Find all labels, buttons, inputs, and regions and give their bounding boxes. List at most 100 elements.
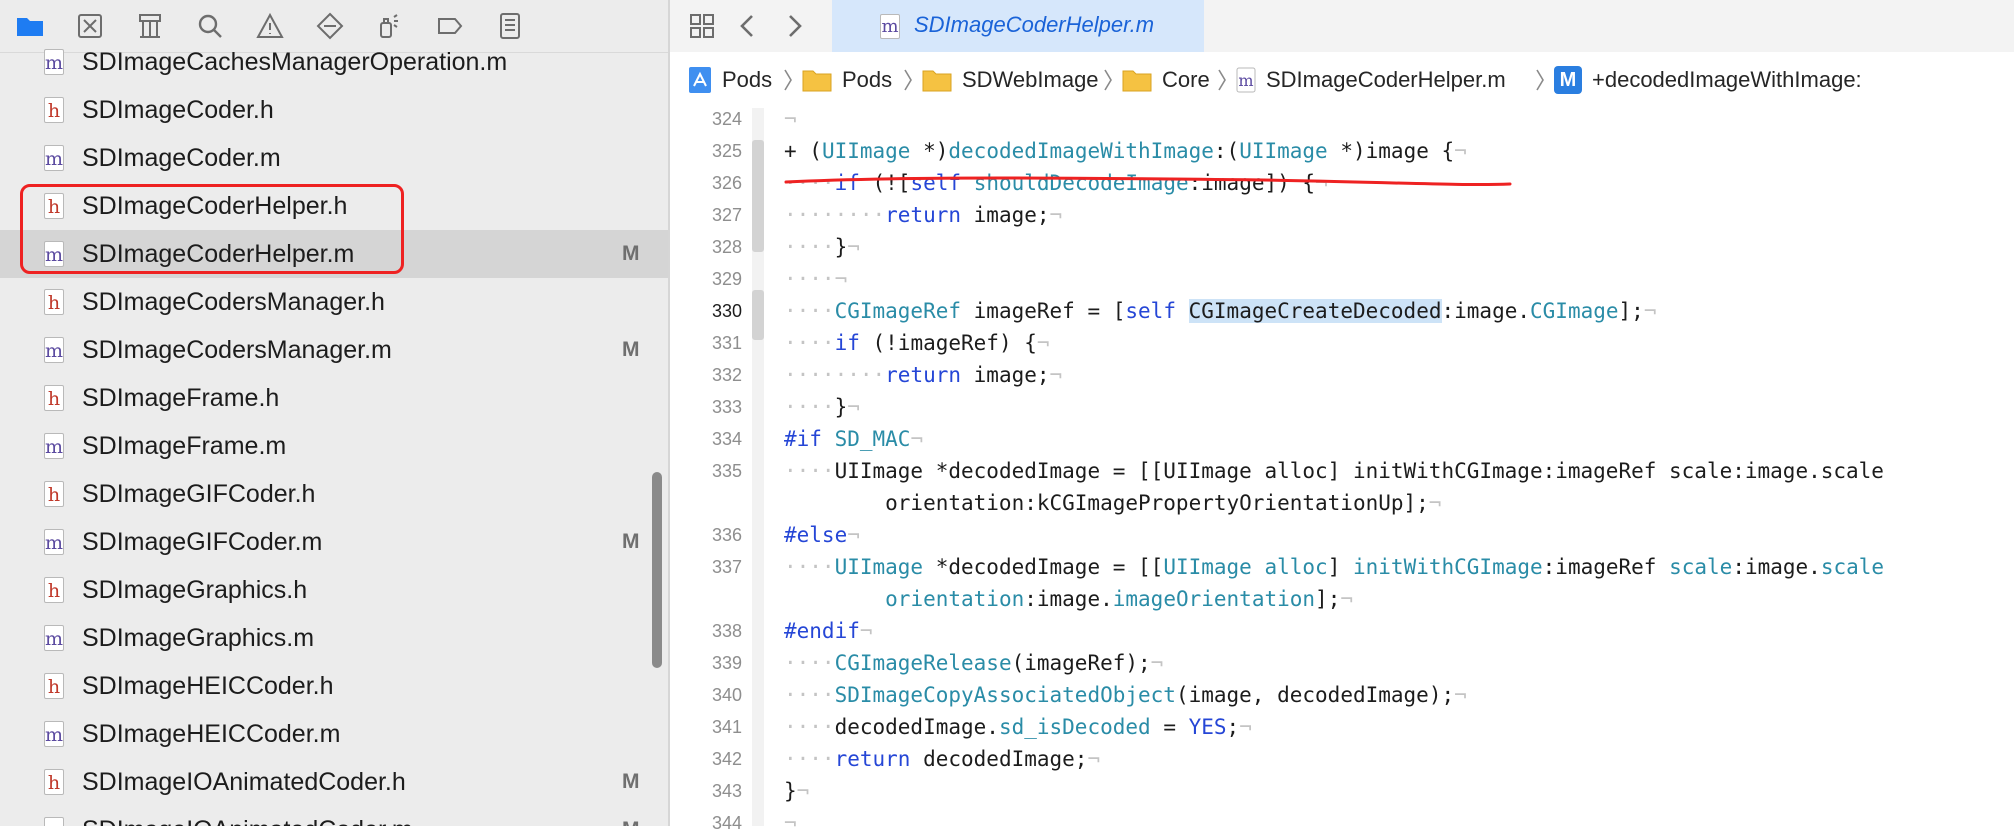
- code-line[interactable]: 326 ····if (![self shouldDecodeImage:imag…: [670, 167, 2014, 199]
- code-line[interactable]: 340 ····SDImageCopyAssociatedObject(image…: [670, 679, 2014, 711]
- code-token: sd_isDecoded: [998, 715, 1151, 739]
- code-token: image;: [961, 203, 1050, 227]
- breadcrumb-item-sdwebimage[interactable]: SDWebImage: [922, 52, 1099, 108]
- code-token: (image, decodedImage);: [1175, 683, 1455, 707]
- file-row[interactable]: h SDImageCoderHelper.h: [0, 182, 668, 230]
- code-token: + (: [784, 139, 822, 163]
- code-line[interactable]: 339 ····CGImageRelease(imageRef);¬: [670, 647, 2014, 679]
- code-token: ¬: [1087, 747, 1101, 771]
- code-line[interactable]: 337 ····UIImage *decodedImage = [[UIImage…: [670, 551, 2014, 583]
- code-line[interactable]: 338 #endif¬: [670, 615, 2014, 647]
- objc-file-icon: m: [44, 337, 64, 363]
- code-line[interactable]: 324 ¬: [670, 103, 2014, 135]
- code-token: *): [910, 139, 949, 163]
- code-line[interactable]: 332 ········return image;¬: [670, 359, 2014, 391]
- file-row[interactable]: h SDImageGIFCoder.h: [0, 470, 668, 518]
- code-token: }: [784, 779, 797, 803]
- code-token: ¬: [847, 523, 860, 547]
- file-row[interactable]: m SDImageCoderHelper.m M: [0, 230, 668, 278]
- code-text: ····}¬: [784, 391, 860, 423]
- code-line[interactable]: 330 ····CGImageRef imageRef = [self CGIma…: [670, 295, 2014, 327]
- objc-file-icon: m: [44, 817, 64, 826]
- source-editor[interactable]: 324 ¬ 325 + (UIImage *)decodedImageWithImag…: [670, 107, 2014, 835]
- file-name: SDImageGraphics.m: [82, 623, 315, 652]
- code-text: ····return decodedImage;¬: [784, 743, 1100, 775]
- grid-icon[interactable]: [686, 0, 718, 52]
- code-token: return: [834, 747, 911, 771]
- file-row[interactable]: h SDImageCodersManager.h: [0, 278, 668, 326]
- file-row[interactable]: m SDImageGraphics.m: [0, 614, 668, 662]
- code-line[interactable]: orientation:image.imageOrientation];¬: [670, 583, 2014, 615]
- code-line[interactable]: 328 ····}¬: [670, 231, 2014, 263]
- code-token: UIImage *decodedImage = [[UIImage alloc]…: [834, 459, 1884, 483]
- code-token: ····: [784, 299, 835, 323]
- file-row[interactable]: h SDImageIOAnimatedCoder.h M: [0, 758, 668, 806]
- file-row[interactable]: m SDImageGIFCoder.m M: [0, 518, 668, 566]
- breadcrumb-label: Pods: [842, 67, 893, 92]
- code-line[interactable]: 329 ····¬: [670, 263, 2014, 295]
- file-row[interactable]: m SDImageCachesManagerOperation.m: [0, 38, 668, 86]
- header-file-icon: h: [44, 481, 64, 507]
- back-arrow-icon[interactable]: [732, 0, 764, 52]
- file-row[interactable]: m SDImageFrame.m: [0, 422, 668, 470]
- code-line[interactable]: 342 ····return decodedImage;¬: [670, 743, 2014, 775]
- code-line[interactable]: orientation:kCGImagePropertyOrientationU…: [670, 487, 2014, 519]
- code-token: ¬: [1454, 683, 1467, 707]
- code-line[interactable]: 336 #else¬: [670, 519, 2014, 551]
- code-line[interactable]: 334 #if SD_MAC¬: [670, 423, 2014, 455]
- breadcrumb-item-file[interactable]: m SDImageCoderHelper.m: [1236, 52, 1506, 108]
- code-token: #endif: [784, 619, 860, 643]
- code-token: }: [834, 235, 848, 259]
- code-token: ];: [1618, 299, 1644, 323]
- code-token: ····: [784, 459, 835, 483]
- breadcrumb-item-pods-group[interactable]: Pods: [802, 52, 892, 108]
- line-number: 336: [711, 525, 742, 545]
- code-line[interactable]: 331 ····if (!imageRef) {¬: [670, 327, 2014, 359]
- code-token: decodedImage;: [910, 747, 1088, 771]
- breadcrumb-item-method[interactable]: M +decodedImageWithImage:: [1554, 52, 1862, 108]
- code-text: ····UIImage *decodedImage = [[UIImage al…: [784, 551, 1884, 583]
- code-token: UIImage: [1239, 139, 1328, 163]
- code-token: :imageRef: [1542, 555, 1670, 579]
- file-row[interactable]: h SDImageFrame.h: [0, 374, 668, 422]
- code-line[interactable]: 333 ····}¬: [670, 391, 2014, 423]
- file-row[interactable]: m SDImageHEICCoder.m: [0, 710, 668, 758]
- header-file-icon: h: [44, 385, 64, 411]
- tab-sdimagecoderhelper-m[interactable]: m SDImageCoderHelper.m: [832, 0, 1204, 52]
- breadcrumb-item-project[interactable]: Pods: [688, 52, 772, 108]
- code-token: (imageRef);: [1011, 651, 1151, 675]
- code-text: #if SD_MAC¬: [784, 423, 923, 455]
- code-line[interactable]: 343}¬: [670, 775, 2014, 807]
- file-row[interactable]: h SDImageCoder.h: [0, 86, 668, 134]
- code-token: return: [885, 203, 962, 227]
- breadcrumb-item-core[interactable]: Core: [1122, 52, 1210, 108]
- navigator-scrollbar[interactable]: [652, 472, 662, 668]
- code-token: ¬: [859, 619, 873, 643]
- code-line[interactable]: 335 ····UIImage *decodedImage = [[UIImage…: [670, 455, 2014, 487]
- code-line[interactable]: 325 + (UIImage *)decodedImageWithImage:(U…: [670, 135, 2014, 167]
- code-token: UIImage: [1163, 555, 1252, 579]
- forward-arrow-icon[interactable]: [778, 0, 810, 52]
- code-text: ····CGImageRelease(imageRef);¬: [784, 647, 1163, 679]
- file-row[interactable]: m SDImageCoder.m: [0, 134, 668, 182]
- code-line[interactable]: 341 ····decodedImage.sd_isDecoded = YES;¬: [670, 711, 2014, 743]
- file-row[interactable]: m SDImageCodersManager.m M: [0, 326, 668, 374]
- code-token: self: [1125, 299, 1176, 323]
- code-token: self: [910, 171, 962, 195]
- file-row[interactable]: h SDImageHEICCoder.h: [0, 662, 668, 710]
- chevron-right-icon: [1536, 69, 1544, 91]
- file-row[interactable]: m SDImageIOAnimatedCoder.m M: [0, 806, 668, 826]
- code-text: ····if (!imageRef) {¬: [784, 327, 1050, 359]
- code-line[interactable]: 327 ········return image;¬: [670, 199, 2014, 231]
- code-token: decodedImage.: [834, 715, 999, 739]
- file-name: SDImageFrame.m: [82, 431, 287, 460]
- code-token: ····: [784, 395, 835, 419]
- chevron-right-icon: [1104, 69, 1112, 91]
- code-line[interactable]: 344 ¬: [670, 807, 2014, 839]
- file-row[interactable]: h SDImageGraphics.h: [0, 566, 668, 614]
- code-text: ········return image;¬: [784, 199, 1062, 231]
- code-token: *)image {: [1327, 139, 1455, 163]
- code-token: SD_MAC: [834, 427, 911, 451]
